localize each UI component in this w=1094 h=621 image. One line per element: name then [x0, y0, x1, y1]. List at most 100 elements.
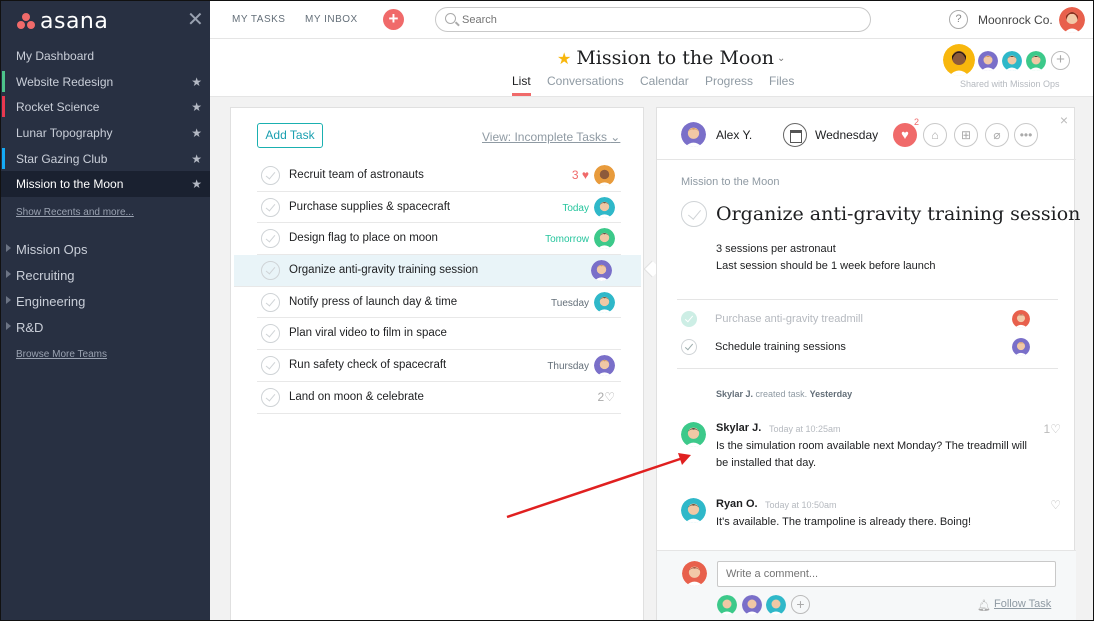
- task-name[interactable]: Plan viral video to film in space: [289, 327, 447, 339]
- task-name[interactable]: Recruit team of astronauts: [289, 169, 424, 181]
- follower-avatar[interactable]: [742, 595, 762, 615]
- assignee-avatar[interactable]: [594, 291, 615, 313]
- project-title[interactable]: ★ Mission to the Moon ⌄: [557, 47, 785, 69]
- task-row[interactable]: Plan viral video to film in space: [257, 318, 621, 351]
- sidebar-item-website-redesign[interactable]: Website Redesign ★: [1, 69, 210, 95]
- asana-logo[interactable]: asana: [16, 9, 108, 34]
- search-input[interactable]: [462, 11, 842, 28]
- heart-outline-icon[interactable]: ♡: [1050, 498, 1061, 512]
- task-name[interactable]: Notify press of launch day & time: [289, 296, 457, 308]
- star-icon[interactable]: ★: [191, 75, 202, 89]
- team-rnd[interactable]: R&D: [1, 314, 210, 340]
- commenter-name[interactable]: Skylar J.: [716, 422, 761, 434]
- task-row-selected[interactable]: Organize anti-gravity training session: [234, 255, 641, 287]
- subtask-name[interactable]: Schedule training sessions: [715, 341, 846, 353]
- task-row[interactable]: Purchase supplies & spacecraft Today: [257, 192, 621, 224]
- task-due-date[interactable]: Tuesday: [551, 298, 589, 309]
- task-title[interactable]: Organize anti-gravity training session: [716, 203, 1080, 225]
- chevron-down-icon[interactable]: ⌄: [777, 53, 785, 64]
- team-engineering[interactable]: Engineering: [1, 288, 210, 314]
- close-sidebar-icon[interactable]: ✕: [187, 10, 204, 30]
- comment-like[interactable]: 1♡: [1044, 422, 1061, 436]
- assignee-name[interactable]: Alex Y.: [716, 128, 752, 142]
- assignee-avatar[interactable]: [594, 355, 615, 377]
- subtask-row[interactable]: Schedule training sessions: [677, 334, 1058, 362]
- complete-check-icon[interactable]: [261, 229, 280, 249]
- my-inbox-link[interactable]: MY INBOX: [305, 14, 358, 25]
- project-breadcrumb[interactable]: Mission to the Moon: [681, 176, 779, 188]
- team-mission-ops[interactable]: Mission Ops: [1, 236, 210, 262]
- task-name[interactable]: Organize anti-gravity training session: [289, 264, 478, 276]
- commenter-avatar[interactable]: [681, 498, 706, 523]
- assignee-avatar[interactable]: [594, 228, 615, 250]
- task-row[interactable]: Recruit team of astronauts 3 ♥: [257, 160, 621, 192]
- complete-check-icon[interactable]: [261, 261, 280, 281]
- member-avatar[interactable]: [1026, 51, 1046, 71]
- star-icon[interactable]: ★: [191, 152, 202, 166]
- assignee-avatar[interactable]: [594, 196, 615, 218]
- quick-add-button[interactable]: +: [383, 9, 404, 30]
- add-follower-button[interactable]: +: [791, 595, 810, 614]
- assignee-avatar[interactable]: [1012, 310, 1030, 328]
- task-row[interactable]: Run safety check of spacecraft Thursday: [257, 350, 621, 382]
- commenter-name[interactable]: Ryan O.: [716, 498, 758, 510]
- attachment-icon[interactable]: ⌀: [985, 123, 1009, 147]
- team-recruiting[interactable]: Recruiting: [1, 262, 210, 288]
- task-row[interactable]: Notify press of launch day & time Tuesda…: [257, 287, 621, 319]
- story-actor[interactable]: Skylar J.: [716, 389, 753, 399]
- sidebar-item-my-dashboard[interactable]: My Dashboard: [1, 43, 210, 69]
- subtask-icon[interactable]: ⊞: [954, 123, 978, 147]
- complete-check-icon[interactable]: [261, 356, 280, 376]
- subtask-name[interactable]: Purchase anti-gravity treadmill: [715, 313, 863, 325]
- member-avatar[interactable]: [1002, 51, 1022, 71]
- task-description[interactable]: 3 sessions per astronaut Last session sh…: [716, 241, 936, 275]
- tab-calendar[interactable]: Calendar: [640, 74, 689, 88]
- favorite-star-icon[interactable]: ★: [557, 49, 571, 68]
- task-due-date[interactable]: Today: [562, 203, 589, 214]
- star-icon[interactable]: ★: [191, 100, 202, 114]
- complete-check-icon[interactable]: [681, 311, 697, 327]
- follower-avatar[interactable]: [717, 595, 737, 615]
- tab-progress[interactable]: Progress: [705, 74, 753, 88]
- tab-list[interactable]: List: [512, 74, 531, 88]
- task-likes[interactable]: 2♡: [598, 390, 615, 404]
- close-icon[interactable]: ×: [1060, 112, 1068, 128]
- subtask-row[interactable]: Purchase anti-gravity treadmill: [677, 306, 1058, 334]
- complete-check-icon[interactable]: [681, 339, 697, 355]
- task-due-date[interactable]: Thursday: [547, 361, 589, 372]
- view-filter-dropdown[interactable]: View: Incomplete Tasks ⌄: [482, 130, 620, 144]
- due-date[interactable]: Wednesday: [815, 128, 878, 142]
- comment-input[interactable]: [717, 561, 1056, 587]
- tab-files[interactable]: Files: [769, 74, 794, 88]
- star-icon[interactable]: ★: [191, 177, 202, 191]
- assignee-avatar[interactable]: [1012, 338, 1030, 356]
- add-member-button[interactable]: +: [1051, 51, 1070, 70]
- assignee-avatar[interactable]: [591, 260, 612, 282]
- sidebar-item-lunar-topography[interactable]: Lunar Topography ★: [1, 120, 210, 146]
- task-name[interactable]: Land on moon & celebrate: [289, 391, 424, 403]
- assignee-avatar[interactable]: [594, 165, 615, 186]
- add-task-button[interactable]: Add Task: [257, 123, 323, 148]
- member-avatar[interactable]: [943, 44, 975, 76]
- task-row[interactable]: Design flag to place on moon Tomorrow: [257, 223, 621, 256]
- sidebar-item-mission-to-the-moon[interactable]: Mission to the Moon ★: [1, 171, 210, 198]
- user-avatar[interactable]: [1059, 7, 1085, 33]
- follow-task-link[interactable]: Follow Task: [994, 598, 1051, 610]
- search-bar[interactable]: [435, 7, 871, 32]
- my-tasks-link[interactable]: MY TASKS: [232, 14, 285, 25]
- organization-name[interactable]: Moonrock Co.: [978, 13, 1053, 27]
- help-button[interactable]: ?: [949, 10, 968, 29]
- complete-check-icon[interactable]: [261, 292, 280, 312]
- sidebar-item-star-gazing-club[interactable]: Star Gazing Club ★: [1, 146, 210, 172]
- assignee-avatar[interactable]: [681, 122, 706, 147]
- complete-check-icon[interactable]: [261, 387, 280, 407]
- member-avatar[interactable]: [978, 51, 998, 71]
- complete-check-icon[interactable]: [261, 166, 280, 185]
- follower-avatar[interactable]: [766, 595, 786, 615]
- more-options-icon[interactable]: •••: [1014, 123, 1038, 147]
- show-recents-link[interactable]: Show Recents and more...: [16, 207, 134, 218]
- complete-check-icon[interactable]: [681, 201, 707, 227]
- browse-teams-link[interactable]: Browse More Teams: [16, 349, 107, 360]
- task-due-date[interactable]: Tomorrow: [545, 234, 589, 245]
- complete-check-icon[interactable]: [261, 324, 280, 344]
